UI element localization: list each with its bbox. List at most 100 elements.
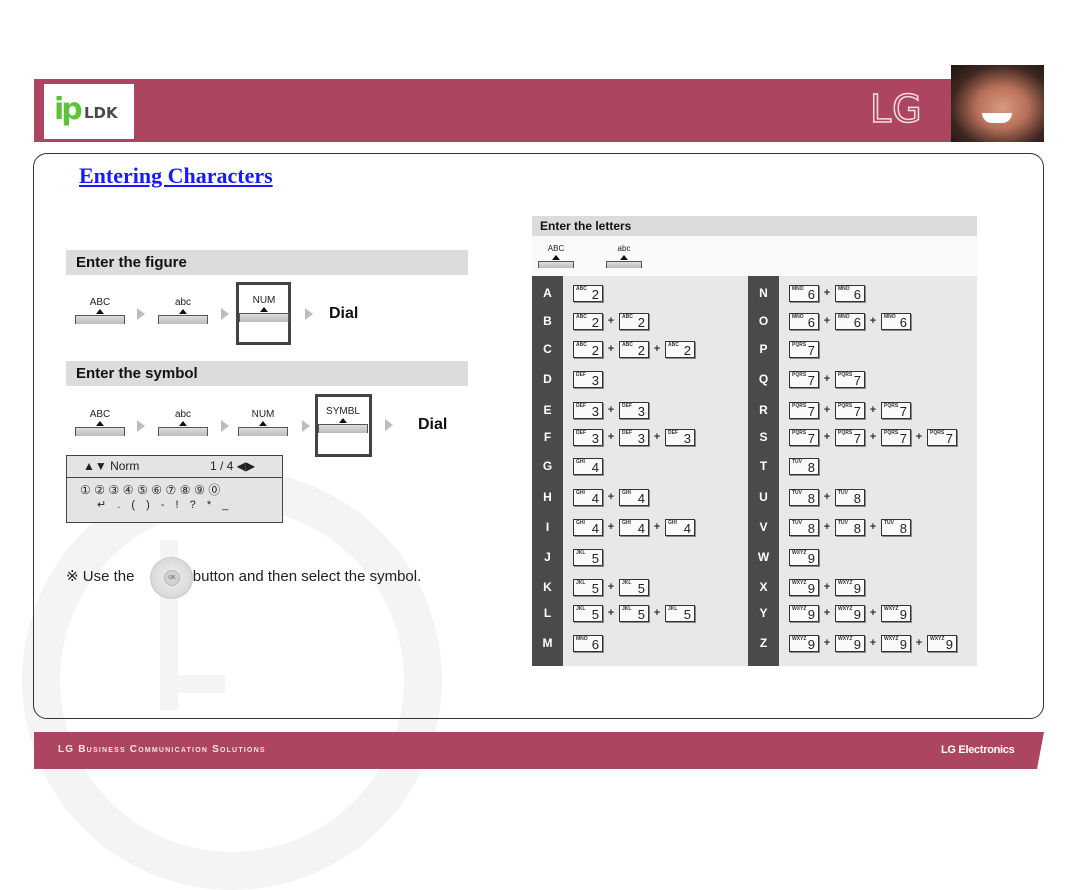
keypad-key-icon: WXYZ 9 — [881, 634, 911, 652]
plus-icon: + — [653, 521, 661, 533]
key-letters: JKL — [576, 579, 586, 586]
letter-label: S — [759, 430, 768, 444]
key-letters: GHI — [576, 489, 585, 496]
keypad-key-icon: TUV 8 — [789, 457, 819, 475]
keypad-key-icon: WXYZ 9 — [789, 548, 819, 566]
lg-logo: LG — [869, 86, 923, 132]
key-digit: 3 — [683, 430, 691, 446]
key-sequence: MNO 6 + MNO 6 + MNO 6 — [789, 312, 911, 330]
arrow-right-icon — [221, 420, 229, 432]
mode-bar — [75, 315, 125, 324]
mode-key-num: NUM — [238, 409, 288, 436]
keypad-key-icon: DEF 3 — [619, 401, 649, 419]
key-digit: 7 — [807, 372, 815, 388]
hint-text: ※ Use the button and then select the sym… — [66, 567, 421, 585]
keypad-key-icon: TUV 8 — [835, 488, 865, 506]
key-digit: 6 — [899, 314, 907, 330]
photo-smile — [982, 113, 1012, 123]
key-digit: 9 — [945, 636, 953, 652]
plus-icon: + — [607, 431, 615, 443]
key-sequence: ABC 2 + ABC 2 + ABC 2 — [573, 340, 695, 358]
keypad-key-icon: WXYZ 9 — [835, 604, 865, 622]
keypad-key-icon: PQRS 7 — [789, 340, 819, 358]
plus-icon: + — [869, 521, 877, 533]
key-digit: 9 — [853, 606, 861, 622]
letter-row: S PQRS 7 + PQRS 7 + PQRS 7 + PQRS 7 — [748, 424, 957, 450]
key-letters: GHI — [622, 519, 631, 526]
letter-row: Z WXYZ 9 + WXYZ 9 + WXYZ 9 + WXYZ 9 — [748, 630, 957, 656]
key-sequence: JKL 5 + JKL 5 + JKL 5 — [573, 604, 695, 622]
keypad-key-icon: DEF 3 — [573, 370, 603, 388]
triangle-up-icon — [339, 418, 347, 423]
keypad-key-icon: PQRS 7 — [789, 401, 819, 419]
key-letters: ABC — [668, 341, 679, 348]
letter-row: W WXYZ 9 — [748, 544, 819, 570]
keypad-key-icon: GHI 4 — [573, 457, 603, 475]
keypad-key-icon: PQRS 7 — [927, 428, 957, 446]
triangle-up-icon — [179, 421, 187, 426]
key-letters: JKL — [622, 605, 632, 612]
letter-row: V TUV 8 + TUV 8 + TUV 8 — [748, 514, 911, 540]
key-sequence: WXYZ 9 + WXYZ 9 — [789, 578, 865, 596]
key-sequence: MNO 6 + MNO 6 — [789, 284, 865, 302]
key-digit: 5 — [591, 606, 599, 622]
key-digit: 2 — [591, 314, 599, 330]
key-sequence: PQRS 7 + PQRS 7 + PQRS 7 + PQRS 7 — [789, 428, 957, 446]
arrow-right-icon — [305, 308, 313, 320]
header-photo — [951, 65, 1044, 142]
keypad-key-icon: DEF 3 — [665, 428, 695, 446]
keypad-key-icon: JKL 5 — [619, 604, 649, 622]
mode-bar — [158, 315, 208, 324]
key-letters: PQRS — [838, 371, 853, 378]
letter-label: M — [542, 636, 553, 650]
keypad-key-icon: WXYZ 9 — [789, 634, 819, 652]
keypad-key-icon: MNO 6 — [835, 284, 865, 302]
plus-icon: + — [823, 287, 831, 299]
plus-icon: + — [653, 607, 661, 619]
key-digit: 9 — [807, 636, 815, 652]
keypad-key-icon: TUV 8 — [881, 518, 911, 536]
letter-label: F — [543, 430, 552, 444]
key-sequence: WXYZ 9 + WXYZ 9 + WXYZ 9 — [789, 604, 911, 622]
letter-label: B — [543, 314, 552, 328]
key-letters: DEF — [576, 371, 586, 378]
mode-label: NUM — [251, 409, 275, 420]
key-letters: TUV — [884, 519, 894, 526]
triangle-up-icon — [96, 309, 104, 314]
symbol-row-punct: ↵ . ( ) - ! ? * _ — [97, 499, 229, 511]
mode-label: abc — [174, 409, 192, 420]
key-digit: 3 — [591, 430, 599, 446]
key-digit: 4 — [637, 520, 645, 536]
mode-bar — [318, 424, 368, 433]
key-digit: 7 — [899, 430, 907, 446]
letter-label: W — [757, 550, 770, 564]
keypad-key-icon: JKL 5 — [665, 604, 695, 622]
keypad-key-icon: MNO 6 — [835, 312, 865, 330]
triangle-up-icon — [552, 255, 560, 260]
letter-row: I GHI 4 + GHI 4 + GHI 4 — [532, 514, 695, 540]
keypad-key-icon: PQRS 7 — [881, 428, 911, 446]
key-letters: PQRS — [930, 429, 945, 436]
key-sequence: DEF 3 + DEF 3 + DEF 3 — [573, 428, 695, 446]
plus-icon: + — [607, 521, 615, 533]
plus-icon: + — [653, 343, 661, 355]
key-digit: 4 — [683, 520, 691, 536]
keypad-key-icon: DEF 3 — [573, 401, 603, 419]
keypad-key-icon: PQRS 7 — [835, 370, 865, 388]
key-digit: 7 — [807, 342, 815, 358]
key-sequence: JKL 5 + JKL 5 — [573, 578, 649, 596]
key-digit: 5 — [683, 606, 691, 622]
keypad-key-icon: WXYZ 9 — [789, 604, 819, 622]
key-digit: 7 — [807, 430, 815, 446]
key-digit: 7 — [899, 403, 907, 419]
letter-row: P PQRS 7 — [748, 336, 819, 362]
key-digit: 4 — [591, 490, 599, 506]
key-letters: MNO — [792, 313, 804, 320]
symbol-panel: ▲▼ Norm 1 / 4 ◀▶ ①②③④⑤⑥⑦⑧⑨⓪ ↵ . ( ) - ! … — [66, 455, 283, 523]
keypad-key-icon: PQRS 7 — [789, 370, 819, 388]
plus-icon: + — [823, 491, 831, 503]
keypad-key-icon: TUV 8 — [835, 518, 865, 536]
key-digit: 8 — [899, 520, 907, 536]
page-title[interactable]: Entering Characters — [79, 163, 273, 189]
plus-icon: + — [915, 637, 923, 649]
